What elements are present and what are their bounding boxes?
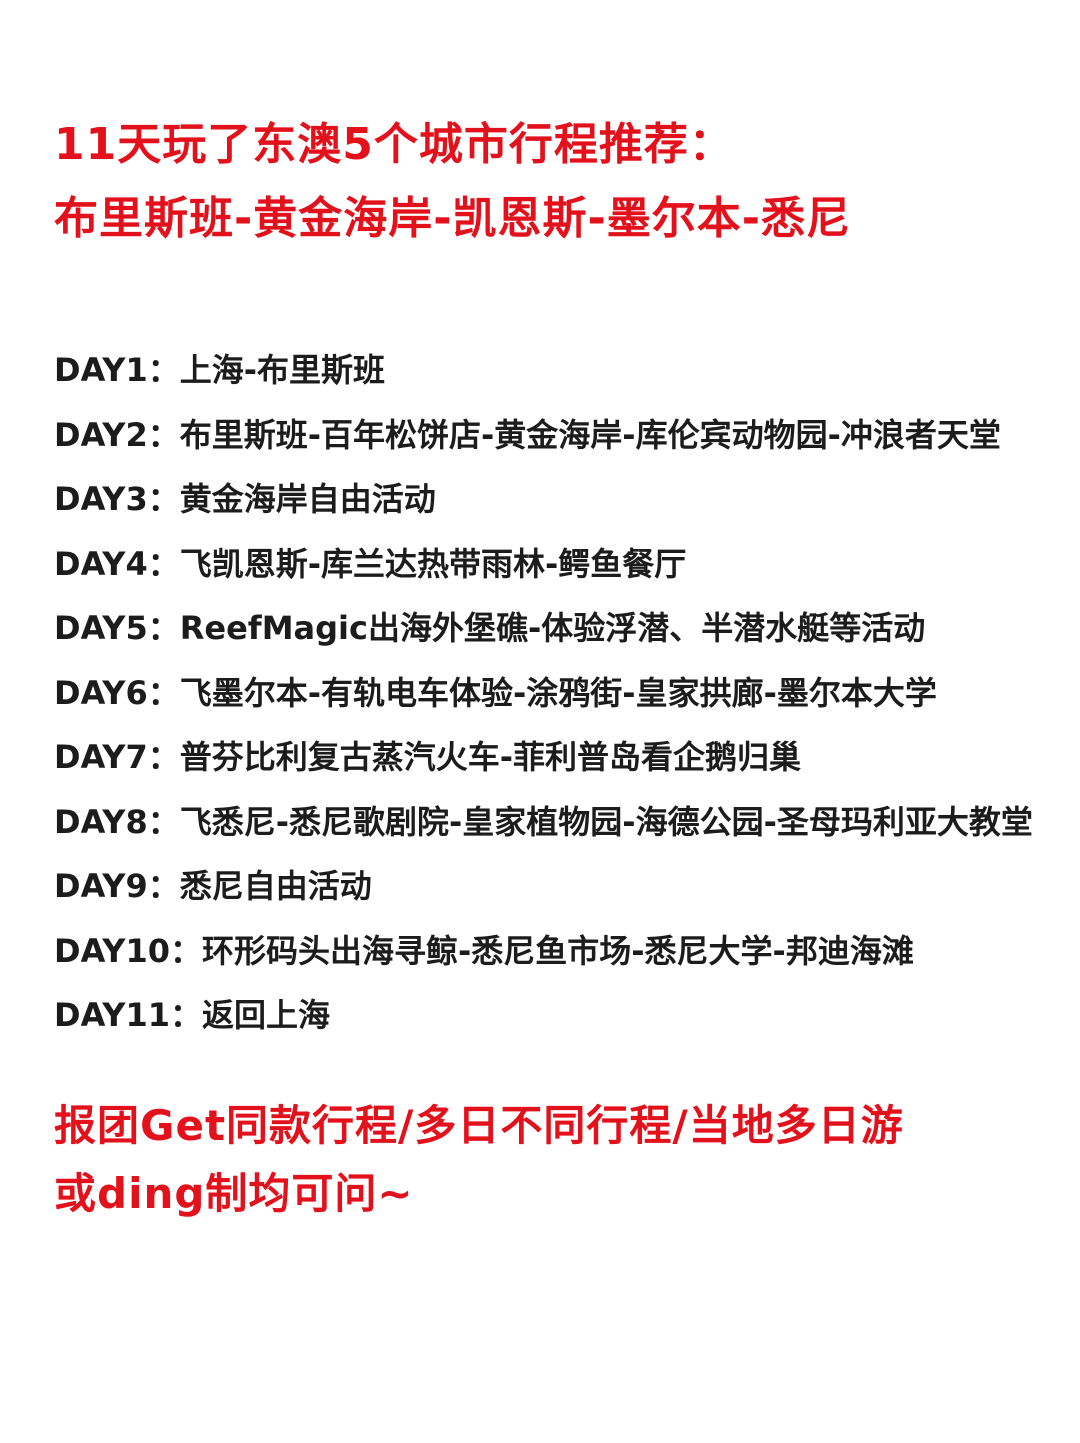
day-item-10: DAY10：环形码头出海寻鲸-悉尼鱼市场-悉尼大学-邦迪海滩 [54, 919, 1040, 984]
day-item-4: DAY4：飞凯恩斯-库兰达热带雨林-鳄鱼餐厅 [54, 532, 1040, 597]
cta-line-2: 或ding制均可问~ [54, 1168, 414, 1218]
day-text: 悉尼自由活动 [179, 867, 372, 905]
day-item-5: DAY5：ReefMagic出海外堡礁-体验浮潜、半潜水艇等活动 [54, 596, 1040, 661]
day-text: 普芬比利复古蒸汽火车-菲利普岛看企鹅归巢 [179, 738, 802, 776]
day-text: 上海-布里斯班 [179, 351, 386, 389]
day-label: DAY3： [54, 480, 180, 518]
day-item-7: DAY7：普芬比利复古蒸汽火车-菲利普岛看企鹅归巢 [54, 725, 1040, 790]
day-label: DAY6： [54, 673, 180, 712]
itinerary-page: 11天玩了东澳5个城市行程推荐： 布里斯班-黄金海岸-凯恩斯-墨尔本-悉尼 DA… [0, 0, 1080, 1443]
day-text: 飞凯恩斯-库兰达热带雨林-鳄鱼餐厅 [179, 544, 687, 583]
day-item-11: DAY11：返回上海 [54, 983, 1040, 1048]
day-text: 飞悉尼-悉尼歌剧院-皇家植物园-海德公园-圣母玛利亚大教堂 [179, 802, 1033, 841]
page-title: 11天玩了东澳5个城市行程推荐： 布里斯班-黄金海岸-凯恩斯-墨尔本-悉尼 [54, 108, 1040, 256]
day-item-2: DAY2：布里斯班-百年松饼店-黄金海岸-库伦宾动物园-冲浪者天堂 [54, 403, 1040, 468]
day-item-6: DAY6：飞墨尔本-有轨电车体验-涂鸦街-皇家拱廊-墨尔本大学 [54, 661, 1040, 726]
day-text: 环形码头出海寻鲸-悉尼鱼市场-悉尼大学-邦迪海滩 [201, 931, 914, 970]
day-label: DAY2： [54, 415, 180, 454]
day-label: DAY11： [54, 996, 202, 1034]
day-item-3: DAY3：黄金海岸自由活动 [54, 467, 1040, 532]
day-text: 黄金海岸自由活动 [179, 480, 436, 518]
day-label: DAY10： [54, 931, 202, 970]
day-label: DAY8： [54, 802, 180, 841]
itinerary-list: DAY1：上海-布里斯班 DAY2：布里斯班-百年松饼店-黄金海岸-库伦宾动物园… [54, 338, 1040, 1048]
day-label: DAY4： [54, 544, 180, 583]
call-to-action: 报团Get同款行程/多日不同行程/当地多日游 或ding制均可问~ [54, 1092, 1040, 1228]
title-line-2: 布里斯班-黄金海岸-凯恩斯-墨尔本-悉尼 [54, 193, 852, 244]
title-line-1: 11天玩了东澳5个城市行程推荐： [54, 119, 734, 170]
day-label: DAY5： [54, 609, 180, 647]
day-label: DAY7： [54, 738, 180, 776]
day-label: DAY9： [54, 867, 180, 905]
day-item-1: DAY1：上海-布里斯班 [54, 338, 1040, 403]
day-text: 布里斯班-百年松饼店-黄金海岸-库伦宾动物园-冲浪者天堂 [179, 415, 1001, 454]
day-text: ReefMagic出海外堡礁-体验浮潜、半潜水艇等活动 [179, 609, 926, 647]
day-item-9: DAY9：悉尼自由活动 [54, 854, 1040, 919]
day-item-8: DAY8：飞悉尼-悉尼歌剧院-皇家植物园-海德公园-圣母玛利亚大教堂 [54, 790, 1040, 855]
day-text: 返回上海 [201, 996, 330, 1034]
day-label: DAY1： [54, 351, 180, 389]
cta-line-1: 报团Get同款行程/多日不同行程/当地多日游 [54, 1100, 904, 1150]
day-text: 飞墨尔本-有轨电车体验-涂鸦街-皇家拱廊-墨尔本大学 [179, 673, 937, 712]
